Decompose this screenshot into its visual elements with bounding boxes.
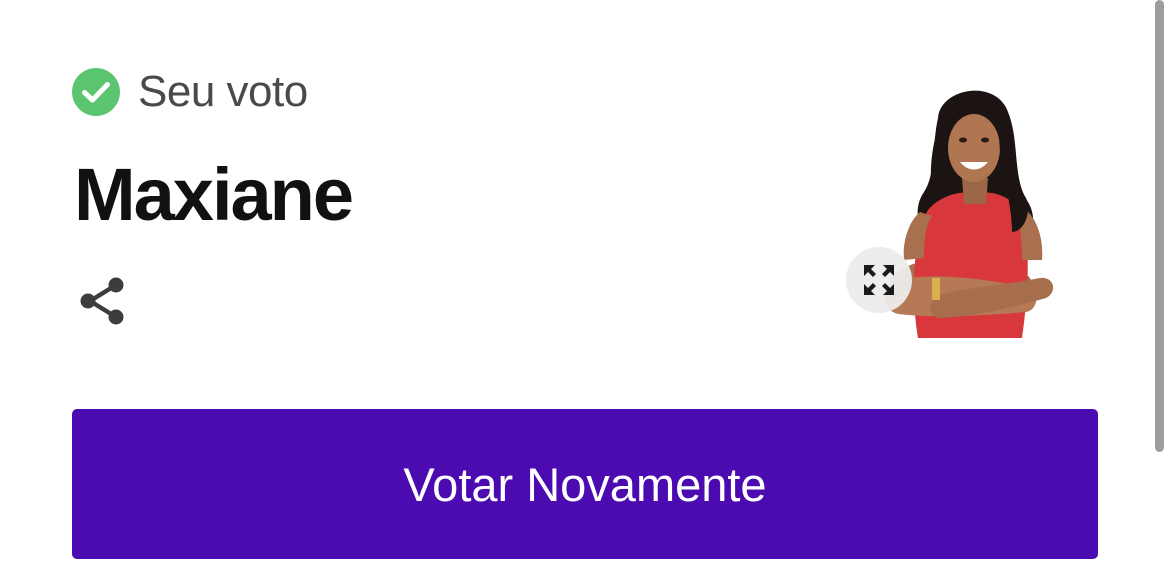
vote-status-label: Seu voto xyxy=(138,67,308,116)
vote-again-button[interactable]: Votar Novamente xyxy=(72,409,1098,559)
share-button[interactable] xyxy=(74,272,132,330)
vote-confirmation-page: Seu voto Maxiane Votar Novamente xyxy=(0,0,1170,588)
scrollbar[interactable] xyxy=(1155,0,1164,452)
candidate-name: Maxiane xyxy=(74,153,354,236)
expand-icon xyxy=(864,265,894,295)
candidate-photo xyxy=(880,82,1098,338)
share-icon xyxy=(80,277,124,325)
expand-photo-button[interactable] xyxy=(846,247,912,313)
vote-status: Seu voto xyxy=(72,66,308,118)
check-circle-icon xyxy=(72,68,120,116)
